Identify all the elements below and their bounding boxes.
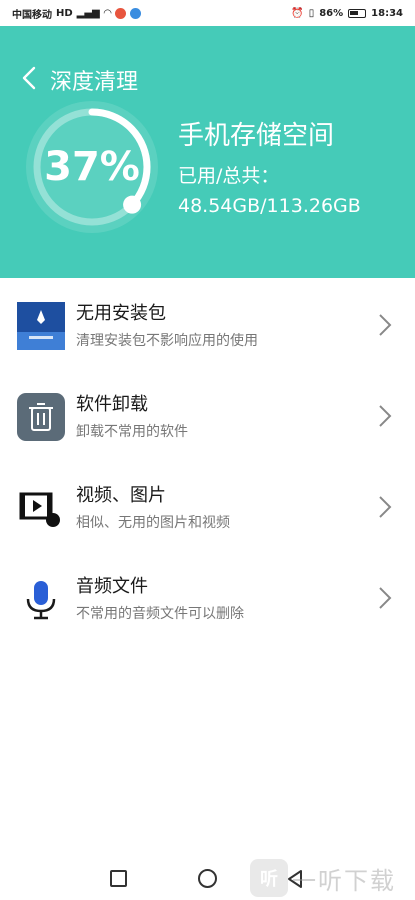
wifi-icon: ◠ [103,7,112,19]
trash-icon [17,393,65,441]
chevron-right-icon [379,405,392,427]
signal-icon: ▂▄▆ [76,7,100,19]
microphone-icon [26,581,56,620]
status-bar: 中国移动 HD ▂▄▆ ◠ ⏰ ▯ 86% 18:34 [0,0,415,26]
list-item-uninstall[interactable]: 软件卸载 卸载不常用的软件 [0,369,415,460]
list-item-audio[interactable]: 音频文件 不常用的音频文件可以删除 [0,551,415,642]
chevron-right-icon [379,314,392,336]
storage-title: 手机存储空间 [178,121,335,151]
network-label: HD [56,7,73,19]
package-thumbnail-icon [17,302,65,350]
home-button[interactable] [198,869,217,888]
list-item-media[interactable]: 视频、图片 相似、无用的图片和视频 [0,460,415,551]
carrier-label: 中国移动 [12,9,52,21]
chevron-right-icon [379,496,392,518]
item-desc: 卸载不常用的软件 [76,424,188,440]
app-notification-icon [115,7,127,19]
video-image-icon [19,492,60,527]
time-label: 18:34 [371,7,403,19]
item-title: 无用安装包 [76,303,166,324]
watermark-text: 一听下载 [292,866,396,895]
status-left: 中国移动 HD ▂▄▆ ◠ [12,6,142,21]
status-right: ⏰ ▯ 86% 18:34 [291,8,403,19]
back-arrow-icon[interactable] [18,64,46,92]
item-desc: 不常用的音频文件可以删除 [76,606,244,622]
recent-apps-button[interactable] [110,870,127,887]
storage-detail: 已用/总共：48.54GB/113.26GB [178,165,361,217]
watermark: 听 一听下载 [250,858,396,898]
cleanup-list: 无用安装包 清理安装包不影响应用的使用 软件卸载 卸载不常用的软件 视频、图片 [0,278,415,642]
battery-icon [348,8,367,18]
item-title: 音频文件 [76,576,148,597]
storage-percent: 37% [44,144,140,190]
item-title: 软件卸载 [76,394,148,415]
watermark-logo: 听 [250,859,288,897]
item-desc: 清理安装包不影响应用的使用 [76,333,258,349]
app-notification-icon [130,7,142,19]
vibrate-icon: ▯ [308,7,315,19]
chevron-right-icon [379,587,392,609]
battery-percent: 86% [319,7,344,19]
item-title: 视频、图片 [76,485,166,506]
item-desc: 相似、无用的图片和视频 [76,515,230,531]
alarm-icon: ⏰ [291,7,304,19]
page-title: 深度清理 [50,70,139,95]
list-item-unused-packages[interactable]: 无用安装包 清理安装包不影响应用的使用 [0,278,415,369]
